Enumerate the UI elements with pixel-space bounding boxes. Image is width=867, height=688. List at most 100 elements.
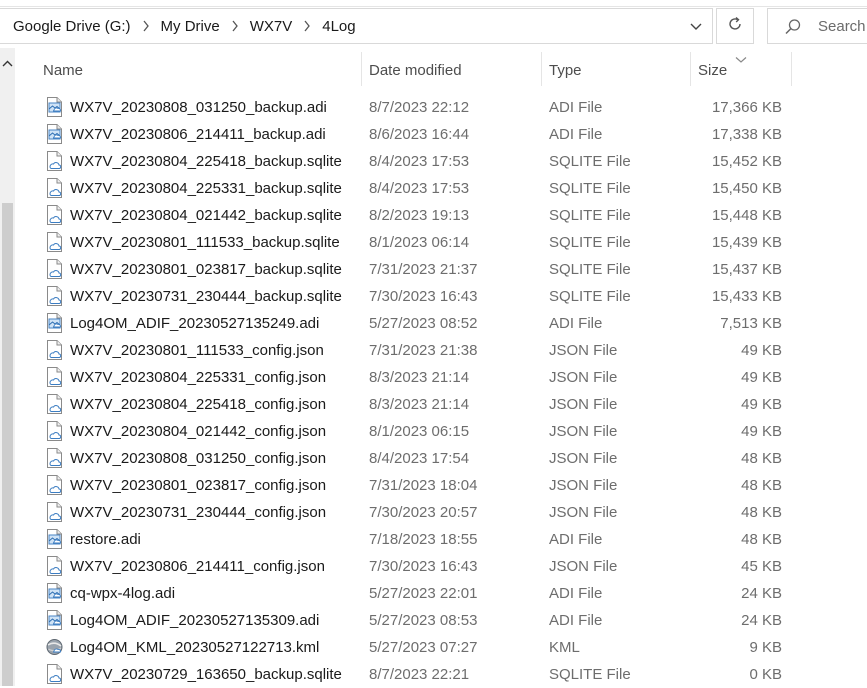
file-name: WX7V_20230806_214411_backup.adi: [70, 126, 326, 143]
search-icon: [784, 18, 802, 41]
file-row[interactable]: WX7V_20230804_021442_backup.sqlite 8/2/2…: [0, 202, 867, 229]
file-type: JSON File: [549, 369, 618, 386]
column-header-size-label: Size: [698, 61, 728, 79]
file-size: 24 KB: [741, 612, 782, 629]
refresh-icon: [726, 15, 744, 38]
column-header-size[interactable]: Size: [698, 52, 727, 88]
json-file-icon: [46, 421, 63, 441]
column-header-type[interactable]: Type: [549, 52, 582, 88]
file-type: SQLITE File: [549, 180, 631, 197]
breadcrumb-4log[interactable]: 4Log: [318, 18, 359, 35]
refresh-button[interactable]: [716, 8, 754, 44]
file-date-modified: 7/31/2023 18:04: [369, 477, 478, 494]
search-box[interactable]: Search: [767, 8, 867, 44]
file-date-modified: 7/31/2023 21:38: [369, 342, 478, 359]
file-date-modified: 5/27/2023 07:27: [369, 639, 478, 656]
chevron-down-icon[interactable]: [688, 18, 704, 34]
file-size: 45 KB: [741, 558, 782, 575]
file-row[interactable]: WX7V_20230801_023817_backup.sqlite 7/31/…: [0, 256, 867, 283]
file-size: 24 KB: [741, 585, 782, 602]
cloud-file-icon: [46, 664, 63, 684]
column-divider[interactable]: [690, 52, 691, 86]
file-row[interactable]: WX7V_20230801_023817_config.json 7/31/20…: [0, 472, 867, 499]
file-name: WX7V_20230808_031250_backup.adi: [70, 99, 327, 116]
file-row[interactable]: WX7V_20230806_214411_backup.adi 8/6/2023…: [0, 121, 867, 148]
json-file-icon: [46, 502, 63, 522]
title-bar-edge: [0, 0, 867, 7]
json-file-icon: [46, 556, 63, 576]
file-type: ADI File: [549, 126, 603, 143]
chevron-right-icon[interactable]: [224, 20, 246, 32]
file-row[interactable]: cq-wpx-4log.adi 5/27/2023 22:01 ADI File…: [0, 580, 867, 607]
file-size: 48 KB: [741, 504, 782, 521]
file-type: SQLITE File: [549, 261, 631, 278]
file-size: 7,513 KB: [720, 315, 782, 332]
file-date-modified: 8/6/2023 16:44: [369, 126, 470, 143]
file-size: 49 KB: [741, 342, 782, 359]
file-name: Log4OM_KML_20230527122713.kml: [70, 639, 320, 656]
chevron-right-icon[interactable]: [296, 20, 318, 32]
file-row[interactable]: Log4OM_ADIF_20230527135309.adi 5/27/2023…: [0, 607, 867, 634]
file-type: KML: [549, 639, 580, 656]
file-row[interactable]: WX7V_20230804_225418_backup.sqlite 8/4/2…: [0, 148, 867, 175]
breadcrumb-google-drive[interactable]: Google Drive (G:): [0, 18, 135, 35]
json-file-icon: [46, 367, 63, 387]
file-type: SQLITE File: [549, 666, 631, 683]
breadcrumb-wx7v[interactable]: WX7V: [246, 18, 297, 35]
file-date-modified: 7/31/2023 21:37: [369, 261, 478, 278]
file-row[interactable]: WX7V_20230801_111533_backup.sqlite 8/1/2…: [0, 229, 867, 256]
file-date-modified: 8/2/2023 19:13: [369, 207, 470, 224]
file-row[interactable]: restore.adi 7/18/2023 18:55 ADI File 48 …: [0, 526, 867, 553]
scroll-up-arrow-icon[interactable]: [2, 56, 13, 74]
file-type: SQLITE File: [549, 153, 631, 170]
file-row[interactable]: WX7V_20230731_230444_backup.sqlite 7/30/…: [0, 283, 867, 310]
chevron-right-icon[interactable]: [135, 20, 157, 32]
file-name: WX7V_20230808_031250_config.json: [70, 450, 327, 467]
file-size: 48 KB: [741, 531, 782, 548]
file-date-modified: 8/4/2023 17:54: [369, 450, 470, 467]
sort-descending-icon: [735, 51, 747, 69]
file-size: 17,338 KB: [711, 126, 782, 143]
file-row[interactable]: WX7V_20230806_214411_config.json 7/30/20…: [0, 553, 867, 580]
column-header-name[interactable]: Name: [43, 52, 83, 88]
file-type: JSON File: [549, 423, 618, 440]
file-row[interactable]: WX7V_20230804_021442_config.json 8/1/202…: [0, 418, 867, 445]
file-type: SQLITE File: [549, 234, 631, 251]
file-row[interactable]: WX7V_20230801_111533_config.json 7/31/20…: [0, 337, 867, 364]
file-type: ADI File: [549, 531, 603, 548]
file-type: JSON File: [549, 396, 618, 413]
file-size: 49 KB: [741, 369, 782, 386]
column-header-type-label: Type: [549, 61, 582, 79]
column-divider[interactable]: [791, 52, 792, 86]
file-row[interactable]: Log4OM_ADIF_20230527135249.adi 5/27/2023…: [0, 310, 867, 337]
file-date-modified: 8/1/2023 06:14: [369, 234, 470, 251]
breadcrumb-my-drive[interactable]: My Drive: [157, 18, 224, 35]
file-row[interactable]: WX7V_20230804_225331_config.json 8/3/202…: [0, 364, 867, 391]
file-list: WX7V_20230808_031250_backup.adi 8/7/2023…: [0, 94, 867, 688]
file-row[interactable]: Log4OM_KML_20230527122713.kml 5/27/2023 …: [0, 634, 867, 661]
file-row[interactable]: WX7V_20230731_230444_config.json 7/30/20…: [0, 499, 867, 526]
cloud-file-icon: [46, 232, 63, 252]
file-date-modified: 5/27/2023 22:01: [369, 585, 478, 602]
file-type: JSON File: [549, 504, 618, 521]
file-name: WX7V_20230801_111533_backup.sqlite: [70, 234, 340, 251]
file-row[interactable]: WX7V_20230729_163650_backup.sqlite 8/7/2…: [0, 661, 867, 688]
json-file-icon: [46, 475, 63, 495]
column-divider[interactable]: [361, 52, 362, 86]
cloud-file-icon: [46, 259, 63, 279]
file-size: 15,439 KB: [711, 234, 782, 251]
file-size: 0 KB: [749, 666, 782, 683]
file-name: WX7V_20230804_225418_backup.sqlite: [70, 153, 342, 170]
breadcrumb: Google Drive (G:) My Drive WX7V 4Log: [0, 9, 360, 43]
file-name: WX7V_20230801_023817_config.json: [70, 477, 327, 494]
address-bar[interactable]: Google Drive (G:) My Drive WX7V 4Log: [0, 8, 713, 44]
file-name: cq-wpx-4log.adi: [70, 585, 176, 602]
file-row[interactable]: WX7V_20230808_031250_config.json 8/4/202…: [0, 445, 867, 472]
file-row[interactable]: WX7V_20230808_031250_backup.adi 8/7/2023…: [0, 94, 867, 121]
column-divider[interactable]: [541, 52, 542, 86]
file-row[interactable]: WX7V_20230804_225418_config.json 8/3/202…: [0, 391, 867, 418]
column-header-date[interactable]: Date modified: [369, 52, 462, 88]
file-type: JSON File: [549, 450, 618, 467]
json-file-icon: [46, 394, 63, 414]
file-row[interactable]: WX7V_20230804_225331_backup.sqlite 8/4/2…: [0, 175, 867, 202]
